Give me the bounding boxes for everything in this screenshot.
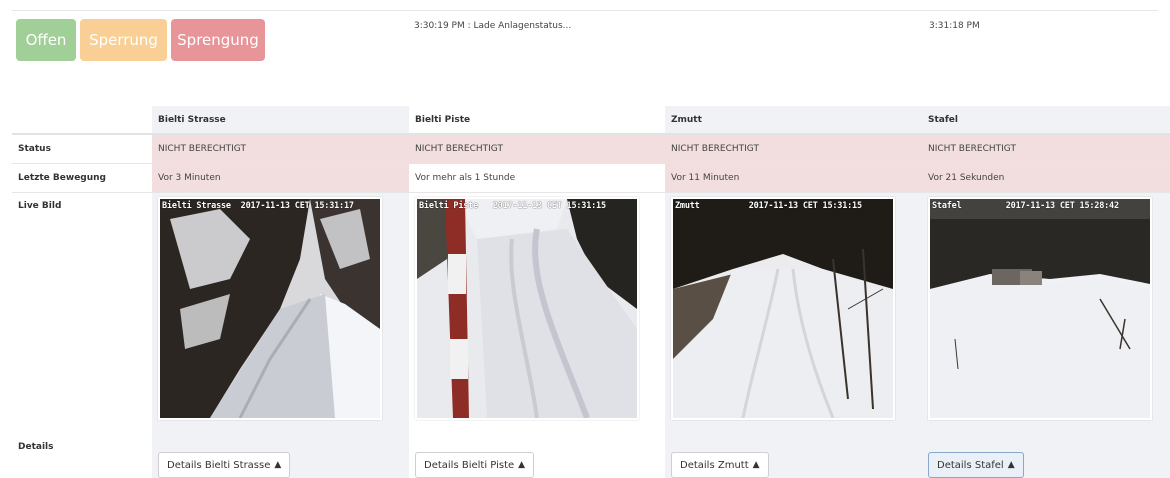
live-image-label: Live Bild [18,200,62,211]
column-header-zmutt: Zmutt [665,106,922,134]
details-cell: Details Bielti Strasse ▲ [152,434,409,478]
details-button-label: Details Stafel [937,459,1004,471]
live-image-cell: Bielti Strasse 2017-11-13 CET 15:31:17 [152,192,409,434]
details-zmutt-button[interactable]: Details Zmutt ▲ [671,452,769,478]
column-header-stafel: Stafel [922,106,1170,134]
last-movement-cell: Vor 21 Sekunden [922,163,1170,193]
live-image-row: Live Bild Bielti Strasse 2017-11-13 CET … [12,192,1170,434]
camera-overlay-text: Stafel 2017-11-13 CET 15:28:42 [932,200,1119,211]
details-label: Details [18,442,54,452]
camera-overlay-text: Bielti Piste 2017-11-13 CET 15:31:15 [419,200,606,211]
last-movement-label: Letzte Bewegung [12,163,152,193]
camera-image-zmutt[interactable]: Zmutt 2017-11-13 CET 15:31:15 [671,196,895,420]
status-log-message: 3:30:19 PM : Lade Anlagenstatus... [414,21,572,31]
details-cell: Details Bielti Piste ▲ [409,434,665,478]
status-label: Status [12,134,152,164]
live-image-cell: Stafel 2017-11-13 CET 15:28:42 [922,192,1170,434]
sperrung-button[interactable]: Sperrung [80,19,167,61]
details-cell: Details Stafel ▲ [922,434,1170,478]
camera-image-bielti-strasse[interactable]: Bielti Strasse 2017-11-13 CET 15:31:17 [158,196,382,420]
last-movement-cell: Vor 11 Minuten [665,163,922,193]
column-header-bielti-piste: Bielti Piste [409,106,665,134]
last-movement-cell: Vor 3 Minuten [152,163,409,193]
chevron-up-icon: ▲ [274,460,282,470]
last-movement-row: Letzte Bewegung Vor 3 Minuten Vor mehr a… [12,163,1170,193]
details-stafel-button[interactable]: Details Stafel ▲ [928,452,1024,478]
details-button-label: Details Bielti Piste [424,459,515,471]
last-update-time: 3:31:18 PM [929,21,980,31]
chevron-up-icon: ▲ [1007,460,1015,470]
chevron-up-icon: ▲ [752,460,760,470]
header-empty-cell [12,106,152,134]
status-cell: NICHT BERECHTIGT [922,134,1170,164]
status-cell: NICHT BERECHTIGT [665,134,922,164]
installation-status-table: Bielti Strasse Bielti Piste Zmutt Stafel… [12,106,1170,478]
details-row: Details Details Bielti Strasse ▲ Details… [12,434,1170,478]
camera-image-bielti-piste[interactable]: Bielti Piste 2017-11-13 CET 15:31:15 [415,196,639,420]
details-button-label: Details Zmutt [680,459,749,471]
live-image-cell: Zmutt 2017-11-13 CET 15:31:15 [665,192,922,434]
details-bielti-piste-button[interactable]: Details Bielti Piste ▲ [415,452,535,478]
camera-overlay-text: Zmutt 2017-11-13 CET 15:31:15 [675,200,862,211]
state-button-group: Offen Sperrung Sprengung [16,19,265,61]
status-cell: NICHT BERECHTIGT [409,134,665,164]
top-divider [12,10,1158,11]
table-header-row: Bielti Strasse Bielti Piste Zmutt Stafel [12,106,1170,134]
last-movement-cell: Vor mehr als 1 Stunde [409,163,665,193]
status-cell: NICHT BERECHTIGT [152,134,409,164]
column-header-bielti-strasse: Bielti Strasse [152,106,409,134]
camera-image-stafel[interactable]: Stafel 2017-11-13 CET 15:28:42 [928,196,1152,420]
chevron-up-icon: ▲ [518,460,526,470]
sprengung-button[interactable]: Sprengung [171,19,265,61]
details-button-label: Details Bielti Strasse [167,459,271,471]
offen-button[interactable]: Offen [16,19,76,61]
status-row: Status NICHT BERECHTIGT NICHT BERECHTIGT… [12,134,1170,164]
camera-overlay-text: Bielti Strasse 2017-11-13 CET 15:31:17 [162,200,354,211]
details-bielti-strasse-button[interactable]: Details Bielti Strasse ▲ [158,452,291,478]
details-cell: Details Zmutt ▲ [665,434,922,478]
live-image-cell: Bielti Piste 2017-11-13 CET 15:31:15 [409,192,665,434]
